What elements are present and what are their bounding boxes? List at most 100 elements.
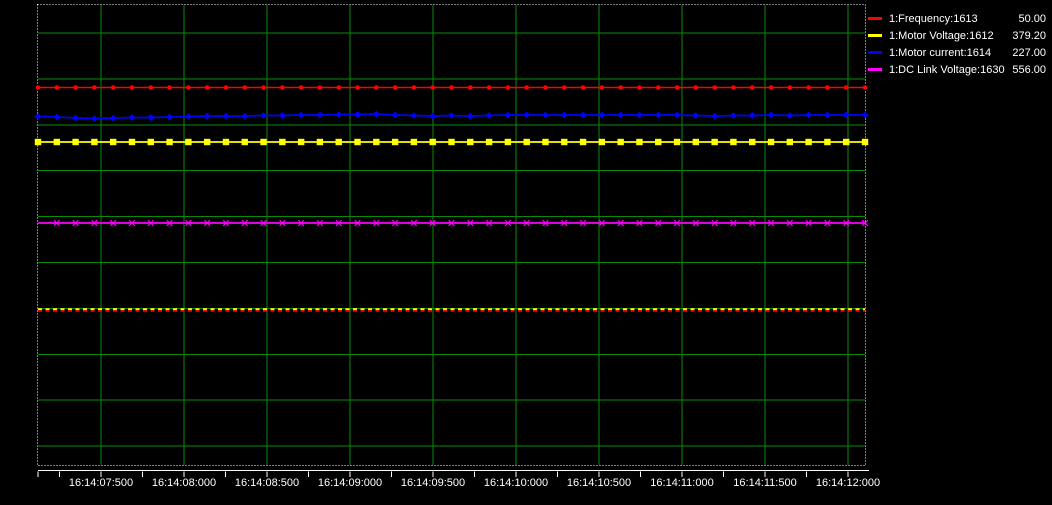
frequency-marker [712,85,717,90]
frequency-marker [242,85,247,90]
frequency-marker [430,85,435,90]
legend-row-motor-voltage[interactable]: 1:Motor Voltage:1612 379.20 [868,27,1046,44]
motor-voltage-marker [354,139,360,145]
motor-voltage-marker [448,139,454,145]
frequency-marker [336,85,341,90]
motor-current-marker [655,112,662,119]
motor-voltage-marker [486,139,492,145]
motor-voltage-marker [843,139,849,145]
motor-current-marker [768,112,775,119]
frequency-marker [769,85,774,90]
motor-current-marker [241,113,248,120]
motor-current-marker [429,113,436,120]
frequency-marker [299,85,304,90]
motor-voltage-marker [617,139,623,145]
motor-voltage-marker [711,139,717,145]
motor-voltage-marker [636,139,642,145]
frequency-marker [506,85,511,90]
legend: 1:Frequency:1613 50.00 1:Motor Voltage:1… [868,10,1046,78]
legend-row-dc-link-voltage[interactable]: 1:DC Link Voltage:1630 556.00 [868,61,1046,78]
motor-voltage-marker [542,139,548,145]
frequency-marker [186,85,191,90]
motor-current-marker [298,112,305,119]
frequency-marker [73,85,78,90]
motor-current-marker [561,112,568,119]
motor-current-color-swatch [868,51,882,54]
legend-row-motor-current[interactable]: 1:Motor current:1614 227.00 [868,44,1046,61]
frequency-marker [581,85,586,90]
motor-voltage-marker [805,139,811,145]
plot-border [38,5,866,466]
frequency-marker [562,85,567,90]
motor-current-marker [730,112,737,119]
motor-current-marker [260,112,267,119]
legend-label: 1:Motor current:1614 [889,47,991,59]
frequency-marker [130,85,135,90]
legend-row-frequency[interactable]: 1:Frequency:1613 50.00 [868,10,1046,27]
motor-voltage-marker [655,139,661,145]
frequency-color-swatch [868,17,882,20]
frequency-marker [825,85,830,90]
frequency-marker [694,85,699,90]
motor-current-marker [110,115,117,122]
motor-voltage-marker [35,139,41,145]
motor-current-marker [824,112,831,119]
motor-current-marker [147,114,154,121]
frequency-marker [543,85,548,90]
motor-current-marker [129,114,136,121]
motor-voltage-marker [110,139,116,145]
motor-voltage-marker [411,139,417,145]
frequency-marker [524,85,529,90]
motor-current-marker [617,112,624,119]
motor-voltage-marker [768,139,774,145]
legend-label: 1:Frequency:1613 [889,13,978,25]
x-tick-label: 16:14:12:000 [798,477,898,489]
frequency-marker [449,85,454,90]
motor-current-marker [542,112,549,119]
motor-voltage-marker [392,139,398,145]
trend-monitor-screen: { "window": { "background_color": "#0000… [0,0,1052,505]
frequency-marker [167,85,172,90]
motor-voltage-color-swatch [868,34,882,37]
motor-current-marker [392,112,399,119]
motor-current-marker [692,112,699,119]
frequency-marker [844,85,849,90]
motor-current-marker [711,113,718,120]
motor-voltage-marker [749,139,755,145]
frequency-marker [92,85,97,90]
motor-voltage-marker [730,139,736,145]
frequency-marker [675,85,680,90]
motor-voltage-marker [72,139,78,145]
motor-current-marker [279,112,286,119]
motor-current-marker [580,112,587,119]
motor-voltage-marker [260,139,266,145]
motor-voltage-marker [336,139,342,145]
motor-voltage-marker [561,139,567,145]
motor-current-marker [805,112,812,119]
motor-current-marker [786,112,793,119]
frequency-marker [600,85,605,90]
motor-current-marker [354,111,361,118]
motor-voltage-marker [862,139,868,145]
motor-current-marker [166,114,173,121]
legend-label: 1:DC Link Voltage:1630 [889,64,1005,76]
motor-current-marker [486,112,493,119]
frequency-marker [806,85,811,90]
motor-voltage-marker [599,139,605,145]
legend-label: 1:Motor Voltage:1612 [889,30,994,42]
motor-current-marker [862,112,869,119]
motor-current-marker [53,114,60,121]
motor-voltage-marker [166,139,172,145]
motor-voltage-marker [298,139,304,145]
motor-voltage-marker [54,139,60,145]
frequency-marker [412,85,417,90]
frequency-marker [318,85,323,90]
dc-link-voltage-color-swatch [868,68,882,71]
motor-current-marker [523,112,530,119]
frequency-marker [36,85,41,90]
motor-current-marker [467,113,474,120]
motor-current-marker [373,111,380,118]
motor-current-marker [448,112,455,119]
motor-voltage-marker [505,139,511,145]
motor-current-marker [204,113,211,120]
